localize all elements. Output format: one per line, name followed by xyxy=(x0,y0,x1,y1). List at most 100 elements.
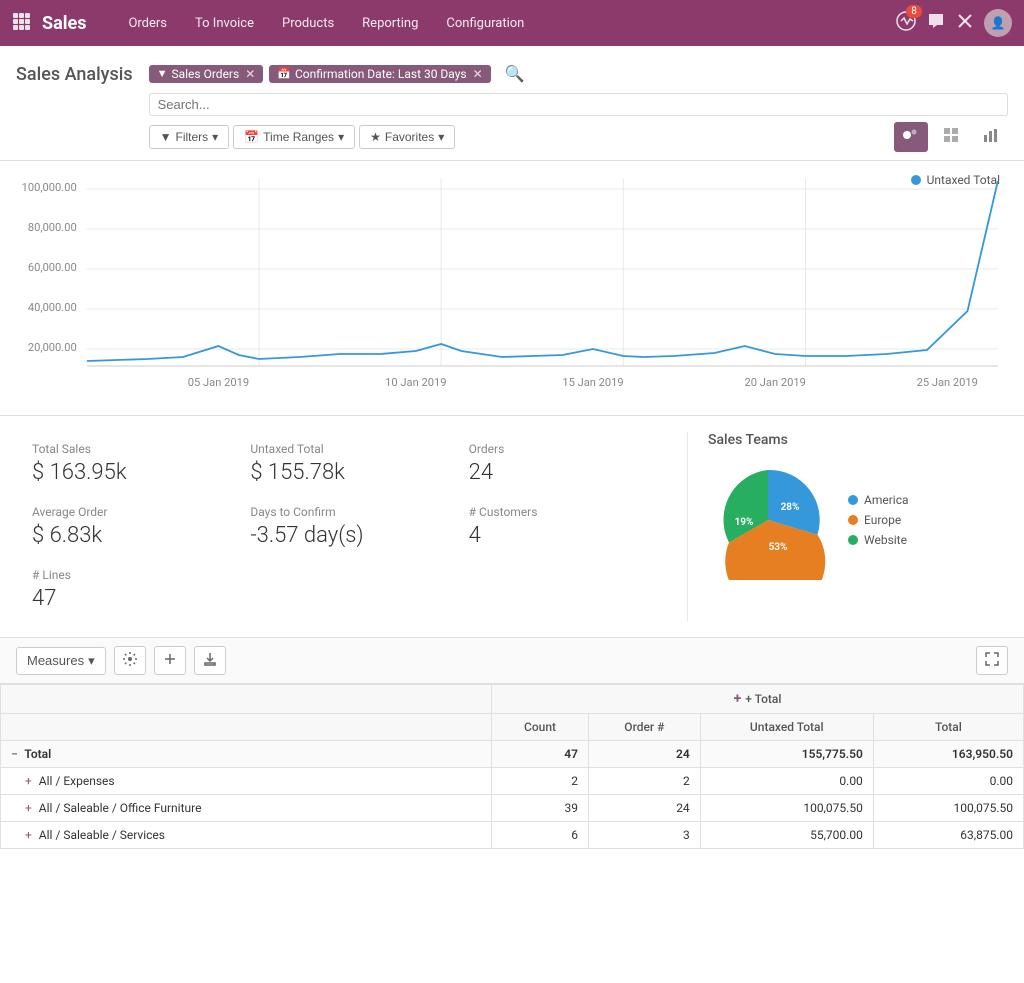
filter-tag-date[interactable]: 📅 Confirmation Date: Last 30 Days ✕ xyxy=(269,65,490,83)
days-confirm-label: Days to Confirm xyxy=(250,505,436,519)
search-input[interactable] xyxy=(158,97,999,112)
col-header-label: + Total xyxy=(745,692,781,706)
stats-area: Total Sales $ 163.95k Untaxed Total $ 15… xyxy=(0,416,1024,638)
expand-furniture-icon[interactable]: + xyxy=(25,801,32,815)
view-pivot-button[interactable] xyxy=(934,122,968,152)
chat-icon[interactable] xyxy=(926,11,946,35)
total-untaxed: 155,775.50 xyxy=(700,741,873,768)
expand-total-icon[interactable]: + xyxy=(734,691,742,707)
calendar-icon: 📅 xyxy=(277,67,291,80)
expenses-untaxed: 0.00 xyxy=(700,768,873,795)
menu-reporting[interactable]: Reporting xyxy=(348,0,432,46)
filter-tag-date-close[interactable]: ✕ xyxy=(473,67,483,81)
customers-value: 4 xyxy=(469,523,655,548)
stat-avg-order: Average Order $ 6.83k xyxy=(16,495,234,558)
pie-svg: 28% 53% 19% xyxy=(708,460,828,580)
bottom-toolbar: Measures ▾ xyxy=(0,638,1024,684)
page-header: Sales Analysis ▼ Sales Orders ✕ 📅 Confir… xyxy=(0,46,1024,161)
avatar[interactable]: 👤 xyxy=(984,9,1012,37)
close-icon[interactable] xyxy=(956,12,974,34)
furniture-row-label: All / Saleable / Office Furniture xyxy=(39,801,202,815)
america-label: America xyxy=(864,493,909,507)
svg-text:15 Jan 2019: 15 Jan 2019 xyxy=(562,376,623,389)
row-label-office-furniture: + All / Saleable / Office Furniture xyxy=(1,795,492,822)
time-ranges-label: Time Ranges xyxy=(263,130,334,144)
total-sales-label: Total Sales xyxy=(32,442,218,456)
europe-label: Europe xyxy=(864,513,901,527)
line-chart: 100,000.00 80,000.00 60,000.00 40,000.00… xyxy=(16,171,1008,411)
table-row-office-furniture: + All / Saleable / Office Furniture 39 2… xyxy=(1,795,1024,822)
total-count: 47 xyxy=(492,741,589,768)
menu-products[interactable]: Products xyxy=(268,0,348,46)
furniture-untaxed: 100,075.50 xyxy=(700,795,873,822)
main-menu: Orders To Invoice Products Reporting Con… xyxy=(114,0,538,46)
pivot-table: + + Total Count Order # Untaxed Total To… xyxy=(0,684,1024,849)
row-header-empty xyxy=(1,685,492,714)
menu-configuration[interactable]: Configuration xyxy=(432,0,538,46)
filters-button[interactable]: ▼ Filters ▾ xyxy=(149,125,230,149)
time-ranges-button[interactable]: 📅 Time Ranges ▾ xyxy=(233,125,355,149)
add-row-icon-button[interactable] xyxy=(154,646,186,675)
svg-text:20,000.00: 20,000.00 xyxy=(28,341,77,354)
total-sales-value: $ 163.95k xyxy=(32,460,218,485)
col-count: Count xyxy=(492,714,589,741)
menu-to-invoice[interactable]: To Invoice xyxy=(181,0,268,46)
expand-services-icon[interactable]: + xyxy=(25,828,32,842)
time-ranges-chevron: ▾ xyxy=(338,130,344,144)
furniture-count: 39 xyxy=(492,795,589,822)
star-icon: ★ xyxy=(370,130,381,144)
collapse-total-icon[interactable]: − xyxy=(11,747,18,761)
filter-tag-label: Sales Orders xyxy=(171,67,239,81)
grid-icon[interactable] xyxy=(12,12,30,34)
search-area: ▼ Sales Orders ✕ 📅 Confirmation Date: La… xyxy=(149,60,1008,152)
expand-icon-button[interactable] xyxy=(976,646,1008,675)
calendar-icon: 📅 xyxy=(244,130,259,144)
pivot-table-wrap: + + Total Count Order # Untaxed Total To… xyxy=(0,684,1024,849)
svg-text:20 Jan 2019: 20 Jan 2019 xyxy=(745,376,806,389)
activity-icon[interactable]: 8 xyxy=(896,11,916,35)
measures-chevron: ▾ xyxy=(88,653,95,669)
stats-right: Sales Teams 28% 53% 19% xyxy=(688,432,1008,621)
top-nav: Sales Orders To Invoice Products Reporti… xyxy=(0,0,1024,46)
page-title: Sales Analysis xyxy=(16,64,133,85)
favorites-button[interactable]: ★ Favorites ▾ xyxy=(359,125,455,149)
view-bar-button[interactable] xyxy=(974,122,1008,152)
expenses-order: 2 xyxy=(588,768,700,795)
filters-label: Filters xyxy=(175,130,208,144)
services-count: 6 xyxy=(492,822,589,849)
services-row-label: All / Saleable / Services xyxy=(39,828,165,842)
table-row-total: − Total 47 24 155,775.50 163,950.50 xyxy=(1,741,1024,768)
sales-teams-title: Sales Teams xyxy=(708,432,1008,448)
page-content: Sales Analysis ▼ Sales Orders ✕ 📅 Confir… xyxy=(0,46,1024,983)
menu-orders[interactable]: Orders xyxy=(114,0,181,46)
pie-legend-wrap: 28% 53% 19% America Europe xyxy=(708,460,1008,580)
download-icon-button[interactable] xyxy=(194,646,226,675)
svg-text:10 Jan 2019: 10 Jan 2019 xyxy=(385,376,446,389)
lines-value: 47 xyxy=(32,586,218,611)
svg-text:60,000.00: 60,000.00 xyxy=(28,261,77,274)
search-toggle-icon[interactable]: 🔍 xyxy=(497,60,533,87)
filter-icon: ▼ xyxy=(157,67,168,80)
col-header-total: + + Total xyxy=(492,685,1024,714)
untaxed-total-label: Untaxed Total xyxy=(250,442,436,456)
customers-label: # Customers xyxy=(469,505,655,519)
favorites-chevron: ▾ xyxy=(438,130,444,144)
chart-area: Untaxed Total 100,000.00 80,000.00 60,00… xyxy=(0,161,1024,416)
filter-tag-sales-orders[interactable]: ▼ Sales Orders ✕ xyxy=(149,65,264,83)
view-graph-button[interactable] xyxy=(894,122,928,152)
svg-text:53%: 53% xyxy=(769,542,788,553)
settings-icon-button[interactable] xyxy=(114,646,146,675)
filter-tag-date-label: Confirmation Date: Last 30 Days xyxy=(295,67,467,81)
measures-label: Measures xyxy=(27,653,84,668)
filter-tag-close[interactable]: ✕ xyxy=(245,67,255,81)
app-logo[interactable]: Sales xyxy=(42,13,86,34)
avg-order-label: Average Order xyxy=(32,505,218,519)
filter-tags: ▼ Sales Orders ✕ 📅 Confirmation Date: La… xyxy=(149,60,1008,87)
topnav-right: 8 👤 xyxy=(896,9,1012,37)
activity-badge: 8 xyxy=(906,5,922,18)
website-label: Website xyxy=(864,533,907,547)
expand-expenses-icon[interactable]: + xyxy=(25,774,32,788)
pie-chart: 28% 53% 19% xyxy=(708,460,828,580)
stat-lines: # Lines 47 xyxy=(16,558,234,621)
measures-button[interactable]: Measures ▾ xyxy=(16,647,106,675)
